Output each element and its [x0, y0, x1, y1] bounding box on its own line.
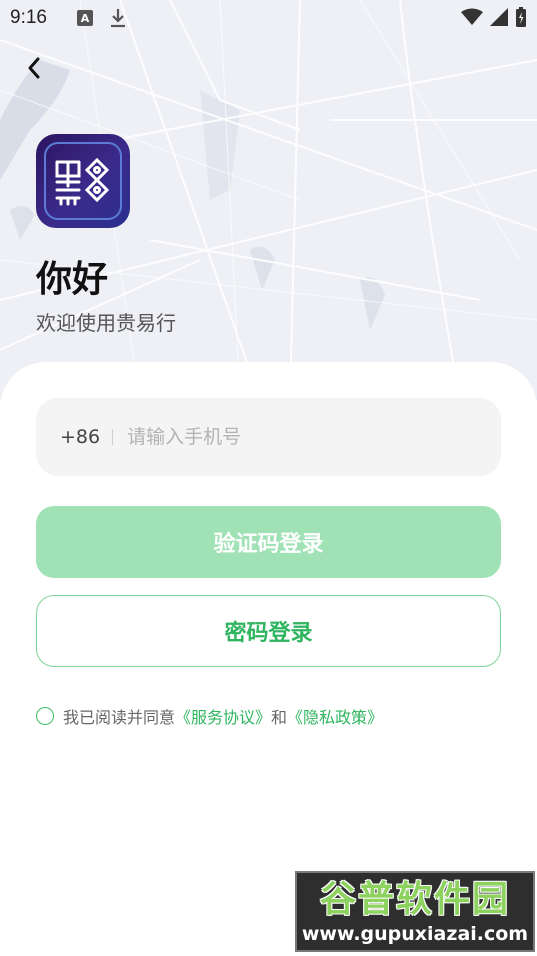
status-time: 9:16: [10, 7, 47, 28]
field-divider: [112, 429, 114, 445]
wifi-icon: [461, 8, 483, 25]
greeting-title: 你好: [36, 259, 109, 300]
notification-a-icon: A: [76, 10, 93, 26]
logo-glyph-icon: [55, 157, 110, 206]
back-button[interactable]: [20, 52, 48, 84]
country-code[interactable]: +86: [60, 426, 100, 448]
status-bar: 9:16 A: [0, 0, 537, 36]
greeting-subtitle: 欢迎使用贵易行: [36, 311, 176, 335]
watermark-title: 谷普软件园: [319, 878, 510, 920]
status-indicators: [461, 6, 527, 28]
phone-input[interactable]: [127, 426, 428, 448]
privacy-policy-link[interactable]: 《隐私政策》: [287, 704, 383, 728]
password-login-button[interactable]: 密码登录: [36, 595, 501, 667]
app-logo: [36, 134, 130, 228]
battery-icon: [516, 7, 526, 27]
site-watermark: 谷普软件园 www.gupuxiazai.com: [295, 871, 535, 952]
app-logo-frame: [44, 142, 122, 220]
watermark-url: www.gupuxiazai.com: [301, 922, 529, 945]
agreement-row: 我已阅读并同意 《服务协议》 和 《隐私政策》: [36, 704, 383, 728]
signal-icon: [490, 8, 508, 26]
agreement-checkbox[interactable]: [36, 707, 54, 725]
agreement-conjunction: 和: [271, 708, 288, 727]
agreement-prefix: 我已阅读并同意: [63, 708, 176, 727]
download-icon: [110, 9, 125, 28]
code-login-button[interactable]: 验证码登录: [36, 506, 501, 578]
phone-field[interactable]: +86: [36, 398, 501, 476]
service-agreement-link[interactable]: 《服务协议》: [175, 704, 271, 728]
chevron-left-icon: [28, 57, 40, 79]
